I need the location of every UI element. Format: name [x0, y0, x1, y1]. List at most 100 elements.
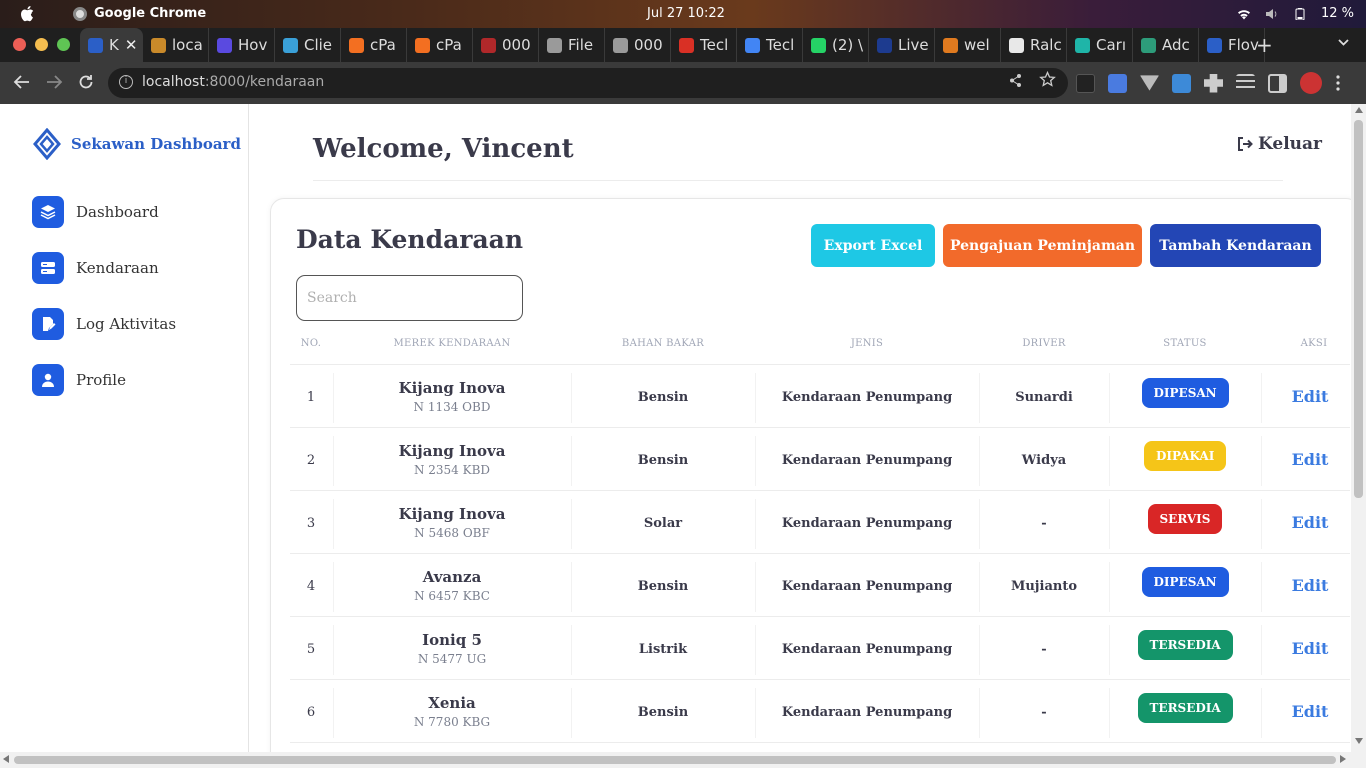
brand-logo-icon: [33, 128, 61, 160]
extension-vue-icon[interactable]: [1140, 75, 1159, 91]
cell-divider: [1261, 499, 1262, 549]
tab-search-chevron-icon[interactable]: [1337, 36, 1350, 49]
extension-l-icon[interactable]: [1076, 73, 1095, 93]
cell-divider: [333, 373, 334, 423]
vehicle-plate: N 5468 OBF: [414, 526, 490, 540]
tab-favicon-icon: [679, 37, 694, 53]
scroll-right-icon[interactable]: [1340, 755, 1346, 763]
apple-logo-icon[interactable]: [20, 5, 34, 22]
browser-tab[interactable]: Tecl: [671, 28, 737, 62]
status-badge: SERVIS: [1147, 504, 1223, 534]
active-app-name[interactable]: Google Chrome: [94, 6, 206, 21]
table-header: NO. MEREK KENDARAAN BAHAN BAKAR JENIS DR…: [290, 329, 1350, 365]
brand[interactable]: Sekawan Dashboard: [33, 128, 241, 160]
cell-divider: [571, 562, 572, 612]
cell-divider: [333, 562, 334, 612]
browser-tab[interactable]: Live: [869, 28, 935, 62]
edit-link[interactable]: Edit: [1280, 513, 1340, 532]
browser-tab[interactable]: cPa: [341, 28, 407, 62]
sidebar-item-dashboard[interactable]: Dashboard: [32, 196, 176, 228]
reading-list-icon[interactable]: [1236, 73, 1255, 93]
edit-link[interactable]: Edit: [1280, 387, 1340, 406]
export-excel-button[interactable]: Export Excel: [811, 224, 935, 267]
vehicle-plate: N 5477 UG: [417, 652, 487, 666]
tab-favicon-icon: [1207, 37, 1222, 53]
scroll-down-icon[interactable]: [1355, 738, 1363, 744]
edit-link[interactable]: Edit: [1280, 702, 1340, 721]
tab-title: loca: [172, 36, 203, 54]
main-content: Welcome, Vincent Keluar Data Kendaraan E…: [249, 104, 1360, 768]
browser-tab[interactable]: 000: [473, 28, 539, 62]
extensions-puzzle-icon[interactable]: [1204, 73, 1223, 93]
chrome-menu-icon[interactable]: [1335, 75, 1341, 91]
browser-tab[interactable]: Tecl: [737, 28, 803, 62]
site-info-icon[interactable]: i: [119, 75, 133, 89]
cell-divider: [1261, 373, 1262, 423]
cell-divider: [1109, 688, 1110, 738]
close-tab-icon[interactable]: ✕: [125, 36, 138, 54]
edit-link[interactable]: Edit: [1280, 450, 1340, 469]
tab-favicon-icon: [943, 37, 958, 53]
back-arrow-icon[interactable]: [13, 73, 31, 91]
search-field[interactable]: [296, 275, 523, 321]
vertical-scrollbar[interactable]: [1351, 104, 1366, 752]
loan-request-button[interactable]: Pengajuan Peminjaman: [943, 224, 1142, 267]
logout-button[interactable]: Keluar: [1237, 134, 1322, 154]
tab-title: Clie: [304, 36, 333, 54]
browser-tab[interactable]: K ✕: [80, 28, 143, 62]
battery-icon[interactable]: [1293, 7, 1307, 20]
system-clock[interactable]: Jul 27 10:22: [647, 6, 725, 21]
close-window-button[interactable]: [13, 38, 26, 51]
fuel-type: Listrik: [638, 642, 688, 657]
address-bar[interactable]: i localhost:8000/kendaraan: [108, 68, 1068, 98]
horizontal-scrollbar[interactable]: [0, 752, 1366, 768]
profile-avatar-icon[interactable]: [1300, 72, 1322, 94]
edit-link[interactable]: Edit: [1280, 576, 1340, 595]
sidebar-menu: Dashboard Kendaraan Log Aktivitas Profil…: [32, 196, 176, 420]
search-input[interactable]: [297, 276, 522, 320]
cell-divider: [571, 373, 572, 423]
share-icon[interactable]: [1008, 73, 1023, 88]
wifi-icon[interactable]: [1237, 8, 1251, 20]
side-panel-icon[interactable]: [1268, 73, 1287, 93]
sidebar-item-profile[interactable]: Profile: [32, 364, 176, 396]
browser-tab[interactable]: File: [539, 28, 605, 62]
browser-tab[interactable]: loca: [143, 28, 209, 62]
scroll-up-icon[interactable]: [1355, 107, 1363, 113]
browser-tab[interactable]: Carı: [1067, 28, 1133, 62]
tab-title: Tecl: [700, 36, 729, 54]
tab-title: wel: [964, 36, 990, 54]
fuel-type: Bensin: [637, 705, 689, 720]
add-vehicle-button[interactable]: Tambah Kendaraan: [1150, 224, 1321, 267]
forward-arrow-icon[interactable]: [45, 73, 63, 91]
cell-divider: [755, 436, 756, 486]
browser-tab[interactable]: 000: [605, 28, 671, 62]
horizontal-scroll-thumb[interactable]: [14, 756, 1336, 764]
new-tab-button[interactable]: +: [1256, 33, 1273, 57]
browser-tab[interactable]: wel: [935, 28, 1001, 62]
volume-icon[interactable]: [1265, 8, 1279, 20]
browser-tab[interactable]: (2) \: [803, 28, 869, 62]
sidebar-item-label: Profile: [76, 371, 126, 389]
sidebar-item-kendaraan[interactable]: Kendaraan: [32, 252, 176, 284]
sidebar-item-log-aktivitas[interactable]: Log Aktivitas: [32, 308, 176, 340]
edit-link[interactable]: Edit: [1280, 639, 1340, 658]
extension-docs-icon[interactable]: [1108, 73, 1127, 93]
bookmark-star-icon[interactable]: [1039, 71, 1056, 88]
scroll-left-icon[interactable]: [3, 755, 9, 763]
extension-ft-icon[interactable]: [1172, 73, 1191, 93]
cell-divider: [979, 436, 980, 486]
browser-tab[interactable]: Adc: [1133, 28, 1199, 62]
reload-icon[interactable]: [77, 73, 95, 91]
tab-favicon-icon: [217, 37, 232, 53]
vertical-scroll-thumb[interactable]: [1354, 120, 1363, 498]
browser-tab[interactable]: Ralc: [1001, 28, 1067, 62]
url-text[interactable]: localhost:8000/kendaraan: [142, 74, 324, 90]
card-title: Data Kendaraan: [296, 225, 524, 254]
browser-tab[interactable]: Hov: [209, 28, 275, 62]
browser-tab[interactable]: cPa: [407, 28, 473, 62]
cell-divider: [333, 499, 334, 549]
minimize-window-button[interactable]: [35, 38, 48, 51]
browser-tab[interactable]: Clie: [275, 28, 341, 62]
maximize-window-button[interactable]: [57, 38, 70, 51]
